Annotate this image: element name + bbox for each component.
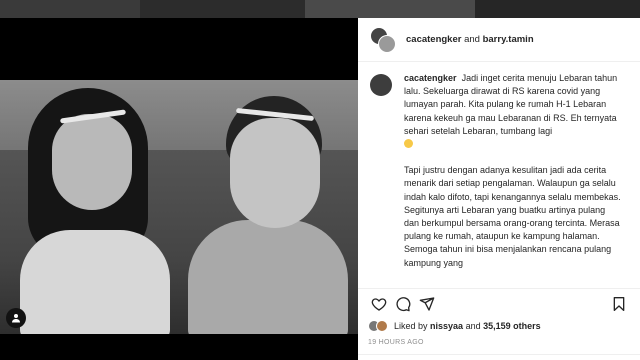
tag-user-icon	[12, 314, 20, 323]
save-button[interactable]	[608, 293, 630, 315]
emoji-icon	[404, 139, 413, 149]
share-icon	[419, 296, 435, 311]
comment-bar	[358, 354, 640, 360]
post-actions	[358, 288, 640, 318]
like-button[interactable]	[368, 293, 390, 315]
caption-text: cacatengker Jadi inget cerita menuju Leb…	[404, 72, 622, 282]
author-primary-link[interactable]: cacatengker	[406, 34, 461, 45]
comment-button[interactable]	[392, 293, 414, 315]
likes-joiner: and	[463, 321, 484, 331]
share-button[interactable]	[416, 293, 438, 315]
avatar[interactable]	[378, 34, 396, 53]
caption-username-link[interactable]: cacatengker	[404, 73, 457, 83]
post-photo[interactable]	[0, 80, 358, 334]
backdrop-thumb	[475, 0, 640, 18]
caption-section: cacatengker Jadi inget cerita menuju Leb…	[358, 62, 640, 282]
comment-icon	[396, 296, 411, 311]
likes-prefix: Liked by	[394, 321, 431, 331]
caption-paragraph-2: Tapi justru dengan adanya kesulitan jadi…	[404, 165, 621, 268]
backdrop-thumb	[0, 0, 140, 18]
feed-backdrop	[0, 0, 640, 18]
tag-user-button[interactable]	[6, 308, 26, 328]
author-secondary-link[interactable]: barry.tamin	[483, 34, 534, 45]
backdrop-thumb	[305, 0, 475, 18]
author-avatars[interactable]	[370, 26, 396, 53]
post-modal: cacatengker and barry.tamin cacatengker …	[0, 18, 640, 360]
post-timestamp[interactable]: 19 HOURS AGO	[368, 339, 424, 346]
heart-icon	[371, 297, 387, 311]
avatar[interactable]	[370, 74, 392, 96]
liked-by-user-link[interactable]: nissyaa	[430, 321, 463, 331]
likes-summary: Liked by nissyaa and 35,159 others	[368, 320, 541, 332]
avatar	[376, 320, 388, 332]
bookmark-icon	[613, 296, 625, 311]
backdrop-thumb	[140, 0, 305, 18]
post-media	[0, 18, 358, 360]
authors-joiner: and	[461, 34, 483, 45]
post-header: cacatengker and barry.tamin	[358, 18, 640, 62]
post-side-panel: cacatengker and barry.tamin cacatengker …	[358, 18, 640, 360]
post-authors: cacatengker and barry.tamin	[406, 34, 534, 45]
likes-count-link[interactable]: 35,159 others	[483, 321, 541, 331]
